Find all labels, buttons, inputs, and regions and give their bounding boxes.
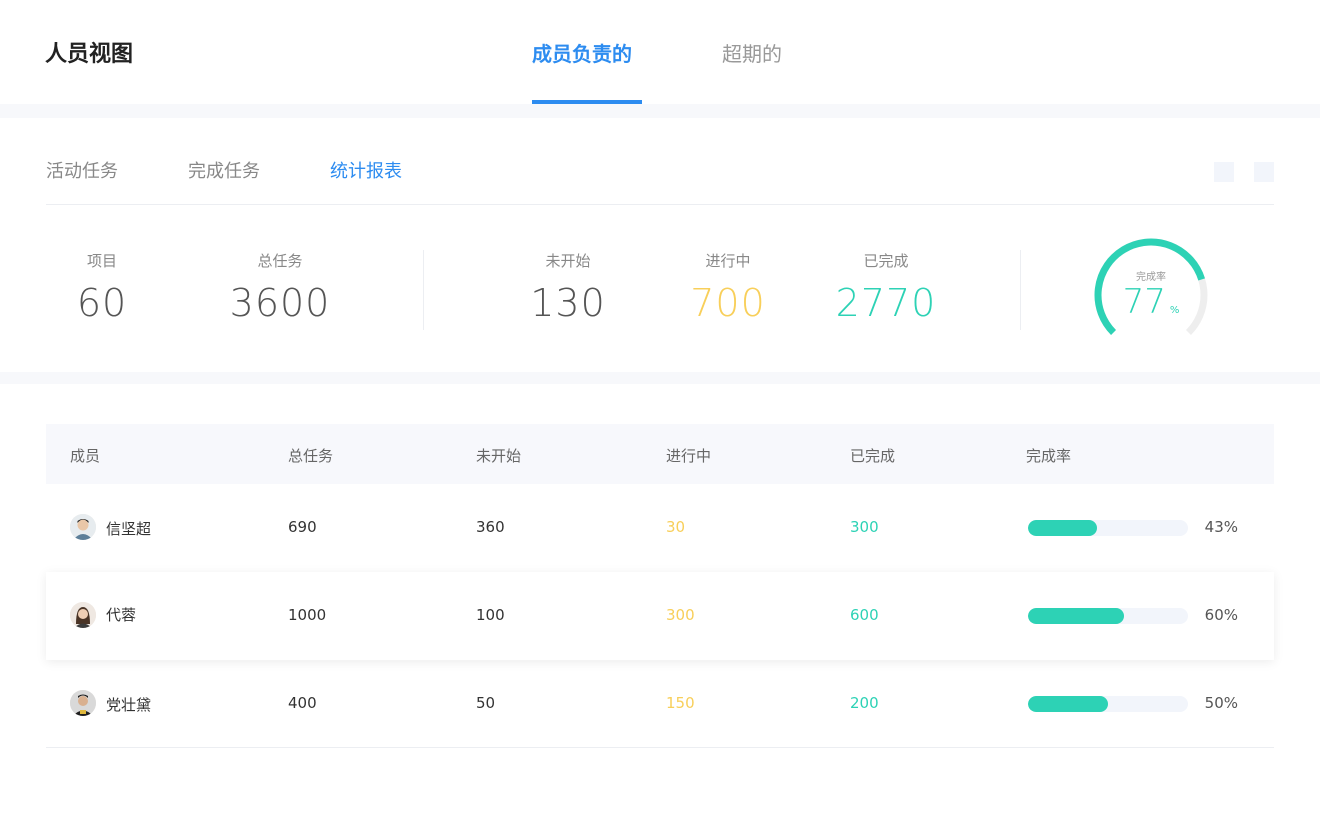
stat-value: 700 bbox=[690, 281, 766, 325]
gauge-unit: % bbox=[1169, 305, 1180, 316]
stat-value: 130 bbox=[530, 281, 606, 325]
table-header: 成员 总任务 未开始 进行中 已完成 完成率 bbox=[46, 424, 1274, 484]
completion-progress-bar bbox=[1028, 608, 1188, 624]
completion-progress-bar bbox=[1028, 696, 1188, 712]
top-header: 人员视图 成员负责的 超期的 bbox=[0, 0, 1320, 104]
completion-progress-bar bbox=[1028, 520, 1188, 536]
tab-overdue[interactable]: 超期的 bbox=[722, 38, 782, 67]
completed-count: 300 bbox=[850, 518, 879, 536]
page-title: 人员视图 bbox=[45, 42, 134, 67]
member-stats-table: 成员 总任务 未开始 进行中 已完成 完成率 信坚超 690 360 30 30… bbox=[46, 424, 1274, 748]
avatar bbox=[70, 514, 96, 540]
subtab-completed-tasks[interactable]: 完成任务 bbox=[188, 157, 260, 183]
divider bbox=[46, 204, 1274, 205]
avatar bbox=[70, 690, 96, 716]
table-row[interactable]: 代蓉 1000 100 300 600 60% bbox=[46, 572, 1274, 660]
column-header-in-progress: 进行中 bbox=[666, 447, 712, 465]
column-header-member: 成员 bbox=[70, 447, 101, 465]
stat-projects: 项目 60 bbox=[52, 250, 152, 325]
stat-label: 已完成 bbox=[863, 252, 909, 270]
gauge-label: 完成率 bbox=[1136, 272, 1166, 283]
table-row[interactable]: 信坚超 690 360 30 300 43% bbox=[46, 484, 1274, 572]
stat-label: 未开始 bbox=[545, 252, 591, 270]
column-header-completed: 已完成 bbox=[850, 447, 896, 465]
stat-in-progress: 进行中 700 bbox=[668, 250, 788, 325]
total-tasks: 1000 bbox=[288, 606, 327, 624]
stat-value: 2770 bbox=[835, 281, 937, 325]
member-name: 党壮黛 bbox=[106, 696, 152, 714]
table-row[interactable]: 党壮黛 400 50 150 200 50% bbox=[46, 660, 1274, 748]
total-tasks: 400 bbox=[288, 694, 317, 712]
stat-label: 总任务 bbox=[257, 252, 303, 270]
column-header-not-started: 未开始 bbox=[476, 447, 522, 465]
stat-total-tasks: 总任务 3600 bbox=[210, 250, 350, 325]
completion-rate: 43% bbox=[1204, 518, 1238, 536]
stat-label: 项目 bbox=[86, 252, 117, 270]
column-header-total: 总任务 bbox=[288, 447, 334, 465]
view-toggle-icon[interactable] bbox=[1214, 162, 1234, 182]
subtab-statistics-report[interactable]: 统计报表 bbox=[330, 157, 402, 183]
subtab-active-tasks[interactable]: 活动任务 bbox=[46, 157, 118, 183]
progress-fill bbox=[1028, 608, 1124, 624]
divider bbox=[1020, 250, 1021, 330]
stat-completed: 已完成 2770 bbox=[826, 250, 946, 325]
in-progress-count: 30 bbox=[666, 518, 686, 536]
member-name: 信坚超 bbox=[106, 520, 152, 538]
member-name: 代蓉 bbox=[106, 606, 137, 624]
section-separator bbox=[0, 372, 1320, 384]
completed-count: 200 bbox=[850, 694, 879, 712]
avatar bbox=[70, 602, 96, 628]
completion-rate: 50% bbox=[1204, 694, 1238, 712]
completed-count: 600 bbox=[850, 606, 879, 624]
section-separator bbox=[0, 104, 1320, 118]
stat-value: 60 bbox=[76, 281, 128, 325]
column-header-rate: 完成率 bbox=[1026, 447, 1072, 465]
gauge-value: 77% bbox=[1090, 282, 1212, 322]
in-progress-count: 150 bbox=[666, 694, 695, 712]
not-started-count: 100 bbox=[476, 606, 505, 624]
gauge-number: 77 bbox=[1122, 282, 1166, 322]
total-tasks: 690 bbox=[288, 518, 317, 536]
stat-value: 3600 bbox=[229, 281, 331, 325]
progress-fill bbox=[1028, 696, 1108, 712]
not-started-count: 360 bbox=[476, 518, 505, 536]
progress-fill bbox=[1028, 520, 1097, 536]
not-started-count: 50 bbox=[476, 694, 496, 712]
stat-label: 进行中 bbox=[705, 252, 751, 270]
divider bbox=[423, 250, 424, 330]
tab-member-responsible[interactable]: 成员负责的 bbox=[532, 38, 632, 67]
view-toggle-icon[interactable] bbox=[1254, 162, 1274, 182]
in-progress-count: 300 bbox=[666, 606, 695, 624]
completion-rate: 60% bbox=[1204, 606, 1238, 624]
stat-not-started: 未开始 130 bbox=[508, 250, 628, 325]
